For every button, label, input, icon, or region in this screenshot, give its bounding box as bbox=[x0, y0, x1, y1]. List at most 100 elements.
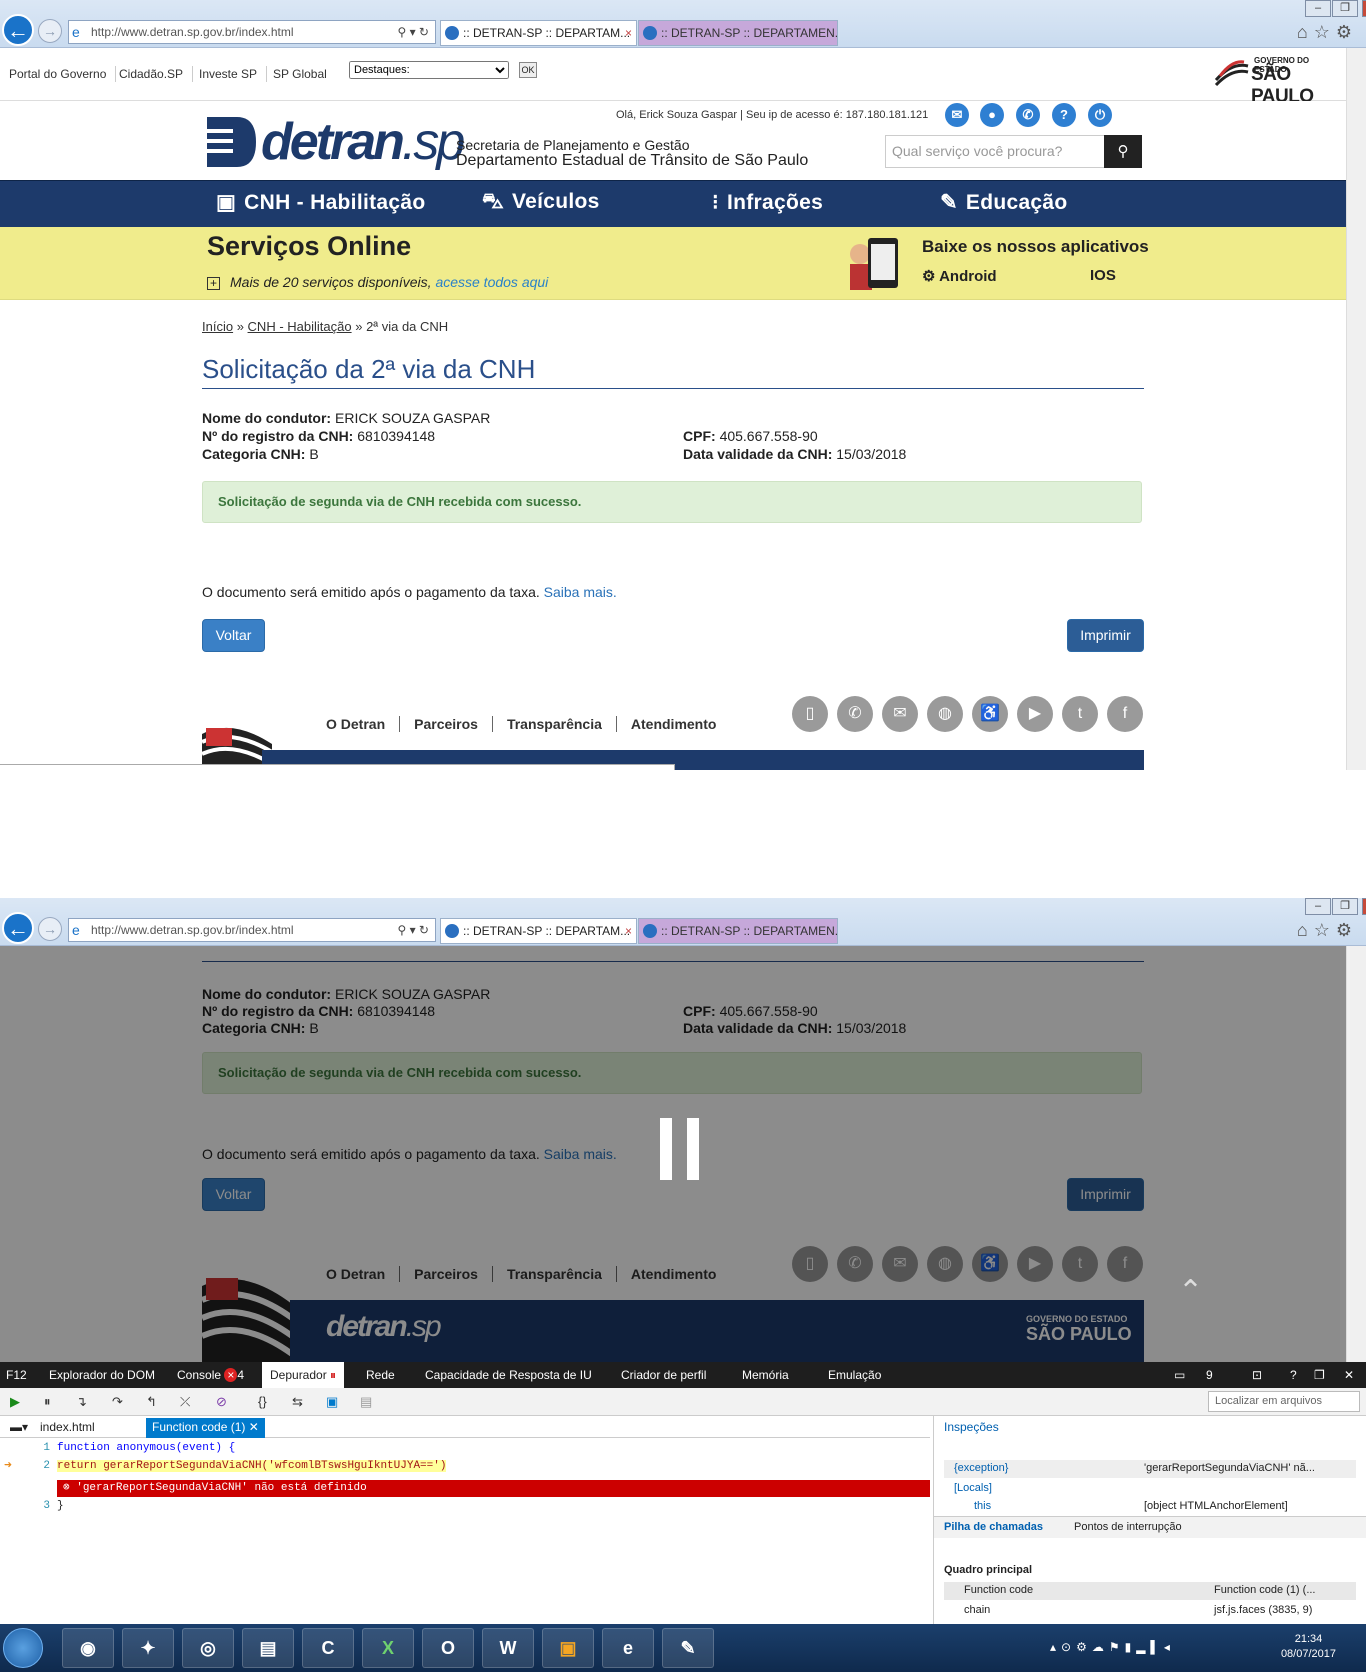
close-tab-icon[interactable]: × bbox=[625, 919, 632, 943]
tab-emulation[interactable]: Emulação bbox=[828, 1368, 881, 1382]
browser-tab[interactable]: :: DETRAN-SP :: DEPARTAMEN... bbox=[638, 918, 838, 944]
watch-row[interactable]: {exception} 'gerarReportSegundaViaCNH' nã… bbox=[944, 1460, 1356, 1478]
gov-link[interactable]: Portal do Governo bbox=[0, 66, 117, 82]
window-controls[interactable]: –❐✕ bbox=[1304, 898, 1366, 916]
stack-row[interactable]: Function code Function code (1) (... bbox=[944, 1582, 1356, 1600]
break-on-new-worker-icon[interactable]: ⤫ bbox=[180, 1394, 190, 1410]
step-into-icon[interactable]: ↴ bbox=[76, 1394, 87, 1410]
power-icon[interactable]: ⏻ bbox=[1088, 103, 1112, 127]
learn-more-link[interactable]: Saiba mais. bbox=[544, 584, 617, 600]
forward-button[interactable]: → bbox=[38, 917, 62, 941]
ios-link[interactable]: IOS bbox=[1090, 267, 1116, 284]
forward-button[interactable]: → bbox=[38, 19, 62, 43]
footer-link[interactable]: O Detran bbox=[312, 716, 401, 732]
help-icon[interactable]: ? bbox=[1290, 1368, 1297, 1382]
breadcrumb-section[interactable]: CNH - Habilitação bbox=[248, 319, 352, 334]
android-link[interactable]: ⚙ Android bbox=[922, 267, 997, 285]
scrollbar[interactable] bbox=[1346, 48, 1366, 770]
scroll-top-icon[interactable]: ⌃ bbox=[1178, 1274, 1203, 1309]
user-icon[interactable]: ● bbox=[980, 103, 1004, 127]
monitor-icon[interactable]: ▭ bbox=[1174, 1368, 1185, 1382]
word-wrap-icon[interactable]: ⇆ bbox=[292, 1394, 303, 1410]
tray-icons[interactable]: ▴⊙⚙☁⚑▮▂▌◂ bbox=[1050, 1640, 1175, 1654]
tab-network[interactable]: Rede bbox=[366, 1368, 395, 1382]
mail-icon[interactable]: ✉ bbox=[945, 103, 969, 127]
internet-explorer-icon[interactable]: e bbox=[602, 1628, 654, 1668]
phone-icon[interactable]: ✆ bbox=[837, 696, 873, 732]
footer-link[interactable]: Atendimento bbox=[617, 716, 731, 732]
outlook-icon[interactable]: O bbox=[422, 1628, 474, 1668]
start-button[interactable] bbox=[3, 1628, 43, 1668]
watch-row[interactable]: this [object HTMLAnchorElement] bbox=[944, 1498, 1356, 1516]
pretty-print-icon[interactable]: {} bbox=[258, 1394, 267, 1409]
search-refresh-icon[interactable]: ⚲ ▾ ↻ bbox=[397, 919, 429, 941]
breadcrumb-home[interactable]: Início bbox=[202, 319, 233, 334]
close-file-icon[interactable]: ✕ bbox=[249, 1420, 259, 1434]
tab-profiler[interactable]: Criador de perfil bbox=[621, 1368, 706, 1382]
back-page-button[interactable]: Voltar bbox=[202, 619, 265, 652]
browser-tab-active[interactable]: :: DETRAN-SP :: DEPARTAM... × bbox=[440, 918, 637, 944]
tab-breakpoints[interactable]: Pontos de interrupção bbox=[1074, 1521, 1182, 1533]
window-controls[interactable]: –❐✕ bbox=[1304, 0, 1366, 18]
exception-behavior-icon[interactable]: ⊘ bbox=[216, 1394, 227, 1410]
home-star-gear-icons[interactable]: ⌂☆⚙ bbox=[1297, 920, 1358, 941]
tab-console[interactable]: Console × 4 bbox=[177, 1368, 244, 1382]
step-out-icon[interactable]: ↰ bbox=[146, 1394, 157, 1410]
close-window-icon[interactable]: ✕ bbox=[1362, 898, 1366, 915]
home-star-gear-icons[interactable]: ⌂☆⚙ bbox=[1297, 22, 1358, 43]
gov-link[interactable]: SP Global bbox=[264, 66, 336, 82]
footer-link[interactable]: Parceiros bbox=[400, 716, 493, 732]
plus-icon[interactable]: + bbox=[207, 277, 220, 290]
search-refresh-icon[interactable]: ⚲ ▾ ↻ bbox=[397, 21, 429, 43]
chrome-icon[interactable]: ◎ bbox=[182, 1628, 234, 1668]
browser-tab[interactable]: :: DETRAN-SP :: DEPARTAMEN... bbox=[638, 20, 838, 46]
excel-icon[interactable]: X bbox=[362, 1628, 414, 1668]
youtube-icon[interactable]: ▶ bbox=[1017, 696, 1053, 732]
highlights-select[interactable]: Destaques: bbox=[349, 61, 509, 79]
break-icon[interactable]: ⏸ bbox=[44, 1394, 51, 1410]
nav-educacao[interactable]: ✎ Educação bbox=[940, 190, 1068, 215]
browser-tab-active[interactable]: :: DETRAN-SP :: DEPARTAM... × bbox=[440, 20, 637, 46]
find-in-files-input[interactable]: Localizar em arquivos bbox=[1208, 1391, 1360, 1412]
clock[interactable]: 21:34 08/07/2017 bbox=[1281, 1632, 1336, 1662]
nav-infracoes[interactable]: ⁝ Infrações bbox=[712, 190, 823, 215]
nav-veiculos[interactable]: ⛍ Veículos bbox=[482, 190, 600, 216]
help-icon[interactable]: ? bbox=[1052, 103, 1076, 127]
search-icon[interactable]: ⚲ bbox=[1104, 135, 1142, 168]
ok-button[interactable]: OK bbox=[519, 62, 537, 78]
nav-cnh[interactable]: ▣ CNH - Habilitação bbox=[216, 190, 425, 215]
paint-icon[interactable]: ✎ bbox=[662, 1628, 714, 1668]
close-devtools-icon[interactable]: ✕ bbox=[1344, 1368, 1354, 1382]
explorer-icon[interactable]: ▤ bbox=[242, 1628, 294, 1668]
accessibility-icon[interactable]: ♿ bbox=[972, 696, 1008, 732]
app-icon[interactable]: C bbox=[302, 1628, 354, 1668]
file-list-icon[interactable]: ▬▾ bbox=[4, 1418, 34, 1438]
undock-icon[interactable]: ❐ bbox=[1314, 1368, 1325, 1382]
search-input[interactable]: Qual serviço você procura? bbox=[885, 135, 1106, 168]
twitter-icon[interactable]: t bbox=[1062, 696, 1098, 732]
restore-icon[interactable]: ❐ bbox=[1332, 0, 1358, 17]
address-bar[interactable]: e http://www.detran.sp.gov.br/index.html… bbox=[68, 918, 436, 942]
sao-paulo-logo[interactable]: GOVERNO DO ESTADO SÃO PAULO bbox=[1214, 54, 1339, 107]
tab-call-stack[interactable]: Pilha de chamadas bbox=[944, 1521, 1043, 1533]
close-tab-icon[interactable]: × bbox=[625, 21, 632, 45]
gov-link[interactable]: Cidadão.SP bbox=[110, 66, 194, 82]
address-bar[interactable]: e http://www.detran.sp.gov.br/index.html… bbox=[68, 20, 436, 44]
detran-logo[interactable]: detran.sp bbox=[203, 111, 465, 175]
continue-icon[interactable]: ▶ bbox=[10, 1394, 20, 1410]
tab-dom-explorer[interactable]: Explorador do DOM bbox=[49, 1368, 155, 1382]
mobile-icon[interactable]: ▯ bbox=[792, 696, 828, 732]
facebook-icon[interactable]: f bbox=[1107, 696, 1143, 732]
watch-row[interactable]: [Locals] bbox=[944, 1480, 1356, 1498]
just-my-code-icon[interactable]: ▣ bbox=[326, 1394, 338, 1410]
source-map-icon[interactable]: ▤ bbox=[360, 1394, 372, 1410]
code-editor[interactable]: 1 function anonymous(event) { ➜ 2 return… bbox=[0, 1438, 930, 1624]
step-over-icon[interactable]: ↷ bbox=[112, 1394, 123, 1410]
word-icon[interactable]: W bbox=[482, 1628, 534, 1668]
mail-icon[interactable]: ✉ bbox=[882, 696, 918, 732]
app-icon[interactable]: ◉ bbox=[62, 1628, 114, 1668]
dock-icon[interactable]: ⊡ bbox=[1252, 1368, 1262, 1382]
minimize-icon[interactable]: – bbox=[1305, 0, 1331, 17]
footer-link[interactable]: Transparência bbox=[492, 716, 617, 732]
tab-memory[interactable]: Memória bbox=[742, 1368, 789, 1382]
